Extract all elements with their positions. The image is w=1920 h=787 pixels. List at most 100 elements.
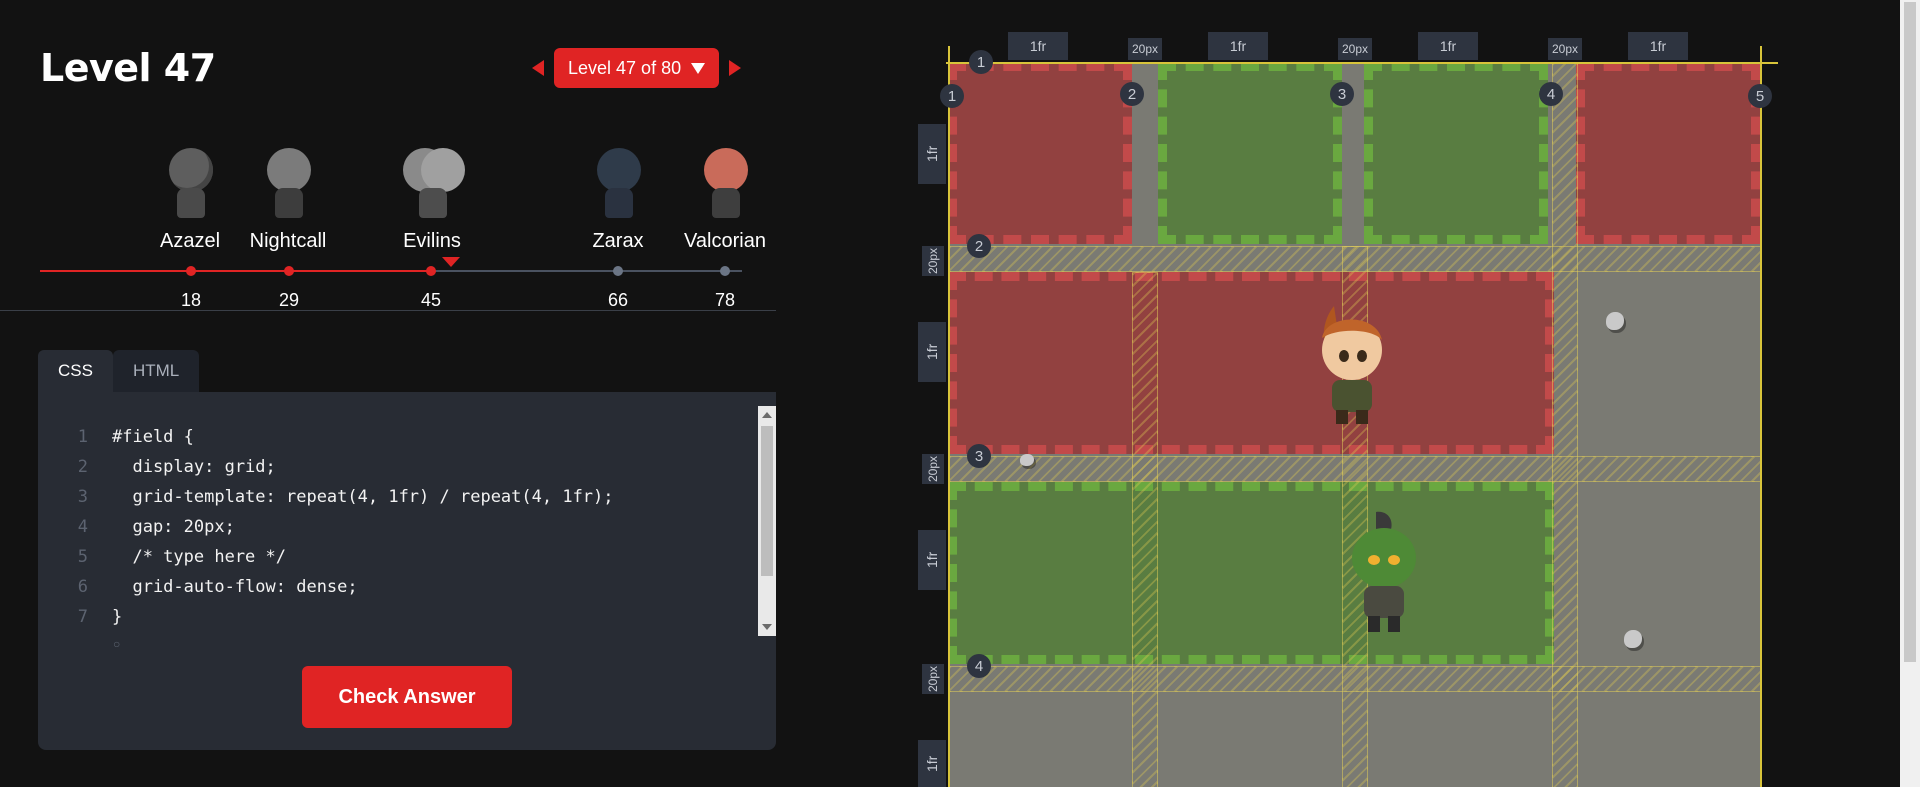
column-gap-overlay [1132,272,1158,787]
character-valcorian[interactable]: Valcorian [675,148,775,253]
grid-left-line [948,46,950,787]
row-track-label: 1fr [918,322,946,382]
code-text[interactable]: grid-template: repeat(4, 1fr) / repeat(4… [88,482,613,512]
code-text[interactable]: } [88,602,122,632]
character-evilins[interactable]: Evilins [382,148,482,253]
timeline-dot [186,266,196,276]
timeline-progress [40,270,430,272]
code-area[interactable]: 1 #field { 2 display: grid; 3 grid-templa… [38,422,758,632]
code-line: 5 /* type here */ [38,542,758,572]
row-track-label: 1fr [918,124,946,184]
grid-top-line [946,62,1778,64]
column-track-label: 1fr [1418,32,1478,60]
code-line: 7} [38,602,758,632]
column-track-label: 1fr [1628,32,1688,60]
scroll-up-icon[interactable] [762,412,772,418]
level-navigator: Level 47 of 80 [532,48,742,88]
character-name: Evilins [403,230,461,252]
fold-marker-icon: ○ [113,637,121,651]
line-number: 7 [77,607,88,627]
character-name: Azazel [159,230,221,252]
elf-hero-icon [1322,306,1382,424]
column-gap-overlay [1552,62,1578,787]
column-track-label: 1fr [1208,32,1268,60]
valcorian-avatar-icon [696,148,754,220]
line-number: 6 [77,577,88,597]
code-text[interactable]: #field { [88,422,194,452]
azazel-avatar-icon [161,148,219,220]
game-field [948,62,1762,787]
timeline-level-number: 66 [607,290,629,310]
code-text[interactable]: gap: 20px; [88,512,234,542]
level-select-button[interactable]: Level 47 of 80 [554,48,720,88]
tab-html[interactable]: HTML [112,350,200,392]
scrollbar-thumb[interactable] [761,426,773,576]
evilins-avatar-icon [403,148,465,220]
page-scrollbar[interactable] [1900,0,1920,787]
row-gap-label: 20px [922,664,944,694]
code-line: 1 #field { [38,422,758,452]
grid-line-number: 4 [1539,82,1563,106]
line-number: 2 [77,457,88,477]
character-name: Valcorian [684,230,766,252]
next-level-icon[interactable] [729,60,742,76]
grid-line-number: 2 [1120,82,1144,106]
character-nightcall[interactable]: Nightcall [238,148,338,253]
prev-level-icon[interactable] [532,60,544,76]
column-gap-label: 20px [1548,38,1582,60]
character-zarax[interactable]: Zarax [568,148,668,253]
check-answer-button[interactable]: Check Answer [302,666,512,728]
grid-line-number: 5 [1748,84,1772,108]
grid-line-number: 4 [967,654,991,678]
column-gap-label: 20px [1338,38,1372,60]
grid-line-number: 2 [967,234,991,258]
caret-down-icon [691,62,706,74]
timeline-dot [720,266,730,276]
row-track-label: 1fr [918,740,946,787]
grid-line-number: 1 [940,84,964,108]
grid-line-number: 3 [1330,82,1354,106]
code-line: 2 display: grid; [38,452,758,482]
row-gap-label: 20px [922,246,944,276]
tab-css[interactable]: CSS [38,350,113,392]
line-number: 5 [77,547,88,567]
code-text[interactable]: /* type here */ [88,542,286,572]
section-divider [0,310,776,311]
green-zone [948,482,1554,664]
editor-tabs: CSS HTML [38,350,200,392]
level-select-label: Level 47 of 80 [568,57,682,78]
line-number: 4 [77,517,88,537]
timeline-dot [284,266,294,276]
code-line: 3 grid-template: repeat(4, 1fr) / repeat… [38,482,758,512]
timeline-dot [613,266,623,276]
zarax-avatar-icon [589,148,647,220]
row-gap-label: 20px [922,454,944,484]
code-line: 6 grid-auto-flow: dense; [38,572,758,602]
code-text[interactable]: grid-auto-flow: dense; [88,572,357,602]
nightcall-avatar-icon [259,148,317,220]
editor-scrollbar[interactable] [758,406,776,636]
left-panel: Level 47 Level 47 of 80 Azazel Nightcall… [0,0,776,787]
red-zone [948,62,1132,244]
timeline-level-number: 45 [420,290,442,310]
character-name: Zarax [592,230,644,252]
row-track-label: 1fr [918,530,946,590]
grid-line-number: 1 [969,50,993,74]
rock [1020,454,1034,466]
orc-hero-icon [1352,511,1416,632]
column-track-label: 1fr [1008,32,1068,60]
page-scrollbar-thumb[interactable] [1904,2,1916,662]
timeline-level-number: 18 [180,290,202,310]
current-level-marker-icon [442,257,460,267]
code-text[interactable]: display: grid; [88,452,275,482]
code-line: 4 gap: 20px; [38,512,758,542]
column-gap-label: 20px [1128,38,1162,60]
character-name: Nightcall [249,230,327,252]
level-timeline [40,270,742,272]
scroll-down-icon[interactable] [762,624,772,630]
line-number: 3 [77,487,88,507]
red-zone [1576,62,1760,244]
grid-right-line [1760,46,1762,787]
character-azazel[interactable]: Azazel [140,148,240,253]
timeline-level-number: 78 [714,290,736,310]
